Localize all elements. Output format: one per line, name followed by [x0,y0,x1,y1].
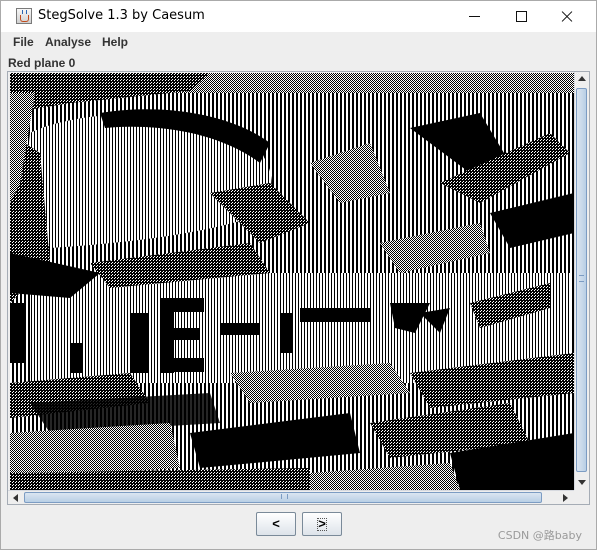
scroll-corner [574,490,589,504]
plane-label: Red plane 0 [8,56,76,70]
scroll-up-arrow-icon[interactable] [578,76,586,81]
minimize-button[interactable] [452,1,498,32]
maximize-button[interactable] [498,1,544,32]
bitplane-image [10,73,574,490]
grip-icon [281,494,288,499]
window-title: StegSolve 1.3 by Caesum [38,8,205,23]
image-scroll-pane [7,71,590,505]
watermark-text: CSDN @路baby [497,529,582,542]
scroll-left-arrow-icon[interactable] [13,494,18,502]
java-app-icon [16,8,32,24]
scroll-down-arrow-icon[interactable] [578,480,586,485]
stegsolve-window: StegSolve 1.3 by Caesum File Analyse Hel… [0,0,597,550]
menu-bar: File Analyse Help [1,32,596,53]
focus-indicator [317,518,327,531]
menu-analyse[interactable]: Analyse [45,35,91,50]
menu-help[interactable]: Help [102,35,128,50]
horizontal-scrollbar[interactable] [8,490,574,504]
title-bar[interactable]: StegSolve 1.3 by Caesum [1,1,596,32]
grip-icon [579,275,584,282]
horizontal-scroll-thumb[interactable] [24,492,542,503]
next-plane-button[interactable]: > [302,512,342,536]
vertical-scroll-thumb[interactable] [576,88,587,472]
scroll-right-arrow-icon[interactable] [563,494,568,502]
menu-file[interactable]: File [13,35,34,50]
close-button[interactable] [544,1,590,32]
previous-plane-button[interactable]: < [256,512,296,536]
vertical-scrollbar[interactable] [574,72,589,490]
minimize-icon [469,16,480,17]
maximize-icon [516,11,527,22]
